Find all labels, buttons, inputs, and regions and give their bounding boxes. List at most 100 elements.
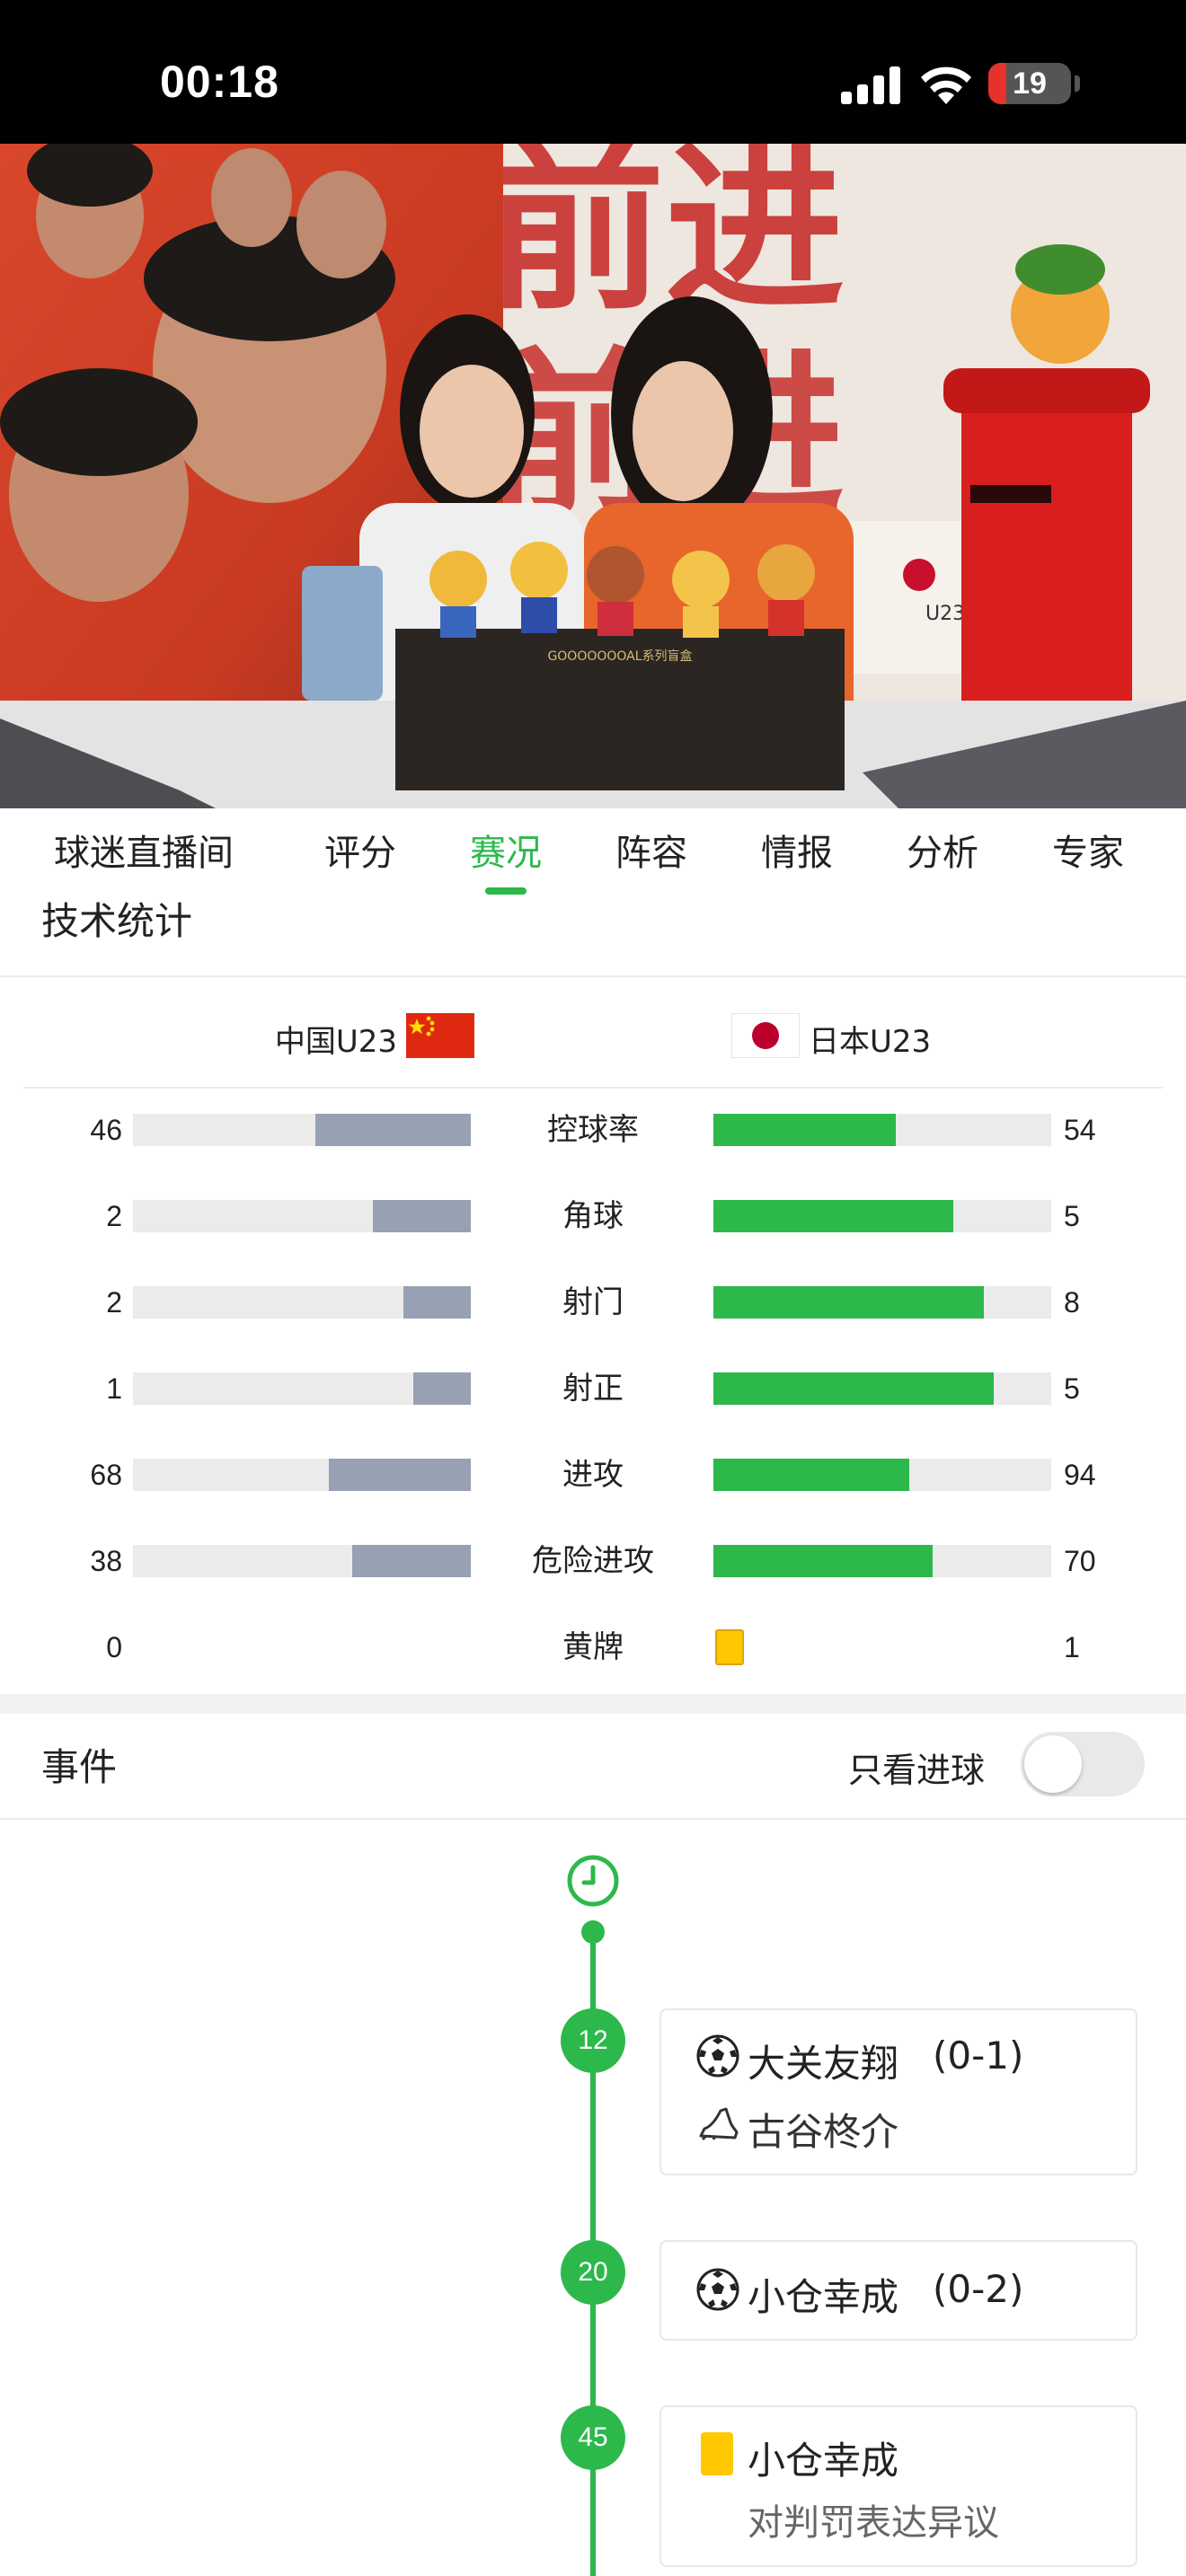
tab-analysis[interactable]: 分析 bbox=[893, 808, 992, 898]
tab-match-status[interactable]: 赛况 bbox=[456, 808, 555, 898]
poster-u23-label: U23 bbox=[925, 603, 965, 625]
away-stat-value: 94 bbox=[1064, 1459, 1096, 1491]
divider bbox=[0, 1818, 1186, 1820]
china-flag-icon bbox=[406, 1013, 474, 1058]
stat-label: 黄牌 bbox=[562, 1629, 624, 1665]
event-minute-badge: 12 bbox=[561, 2008, 625, 2073]
tab-ratings[interactable]: 评分 bbox=[311, 808, 410, 898]
assist-shoe-icon bbox=[699, 2107, 739, 2141]
away-stat-bar-fill bbox=[713, 1372, 995, 1405]
home-stat-bar bbox=[133, 1372, 471, 1405]
stat-label: 危险进攻 bbox=[532, 1543, 654, 1579]
home-stat-bar bbox=[133, 1114, 471, 1146]
away-stat-value: 54 bbox=[1064, 1114, 1096, 1146]
home-stat-bar bbox=[133, 1200, 471, 1232]
divider bbox=[23, 1087, 1163, 1089]
tab-lineup[interactable]: 阵容 bbox=[602, 808, 701, 898]
battery-icon: 19 bbox=[988, 63, 1071, 104]
home-stat-bar bbox=[133, 1459, 471, 1491]
event-minute-badge: 20 bbox=[561, 2240, 625, 2305]
only-goals-label: 只看进球 bbox=[848, 1751, 986, 1790]
blind-box-label: GOOOOOOOAL系列盲盒 bbox=[547, 648, 692, 664]
home-stat-bar bbox=[133, 1545, 471, 1577]
away-stat-bar-fill bbox=[713, 1545, 934, 1577]
home-stat-value: 38 bbox=[90, 1545, 122, 1577]
stat-label: 射门 bbox=[562, 1284, 624, 1320]
home-stat-bar-fill bbox=[403, 1286, 471, 1319]
home-stat-bar-fill bbox=[413, 1372, 471, 1405]
home-team-name: 中国U23 bbox=[274, 1024, 397, 1060]
away-stat-value: 5 bbox=[1064, 1372, 1080, 1405]
home-stat-bar-fill bbox=[315, 1114, 471, 1146]
stat-row: 2 射门 8 bbox=[0, 1275, 1186, 1329]
match-tabs: 球迷直播间 评分 赛况 阵容 情报 分析 专家 bbox=[0, 808, 1186, 898]
home-stat-value: 2 bbox=[106, 1200, 122, 1232]
event-player-name: 大关友翔 bbox=[748, 2042, 899, 2086]
stat-row: 0 黄牌 1 bbox=[0, 1620, 1186, 1674]
away-team-name: 日本U23 bbox=[809, 1024, 932, 1060]
soccer-ball-icon bbox=[696, 2268, 739, 2311]
clock-icon bbox=[567, 1855, 619, 1907]
tab-fan-live[interactable]: 球迷直播间 bbox=[38, 808, 250, 898]
home-stat-bar-fill bbox=[352, 1545, 471, 1577]
away-stat-value: 1 bbox=[1064, 1631, 1080, 1663]
only-goals-toggle[interactable] bbox=[1021, 1732, 1145, 1796]
divider bbox=[0, 975, 1186, 977]
japan-flag-icon bbox=[731, 1013, 800, 1058]
event-player-name: 小仓幸成 bbox=[748, 2275, 899, 2319]
home-stat-bar-fill bbox=[329, 1459, 471, 1491]
live-video-player[interactable]: 前进 前进 U23 GOOOOOOOAL系列盲盒 bbox=[0, 144, 1186, 808]
home-stat-value: 46 bbox=[90, 1114, 122, 1146]
soccer-ball-icon bbox=[696, 2034, 739, 2078]
stat-row: 2 角球 5 bbox=[0, 1189, 1186, 1243]
status-bar: 00:18 19 bbox=[0, 0, 1186, 144]
home-stat-value: 68 bbox=[90, 1459, 122, 1491]
goal-event-card[interactable]: 小仓幸成 (0-2) bbox=[659, 2240, 1137, 2341]
away-stat-bar bbox=[713, 1459, 1051, 1491]
stat-row: 68 进攻 94 bbox=[0, 1448, 1186, 1502]
tab-experts[interactable]: 专家 bbox=[1039, 808, 1137, 898]
stat-row: 38 危险进攻 70 bbox=[0, 1534, 1186, 1588]
status-time: 00:18 bbox=[160, 57, 279, 107]
event-reason: 对判罚表达异议 bbox=[748, 2502, 999, 2544]
away-stat-bar-fill bbox=[713, 1459, 910, 1491]
stat-label: 角球 bbox=[562, 1198, 624, 1234]
live-video-frame: 前进 前进 U23 GOOOOOOOAL系列盲盒 bbox=[0, 144, 1186, 808]
timeline-start-dot bbox=[581, 1920, 605, 1944]
toggle-knob bbox=[1024, 1735, 1082, 1793]
events-section-title: 事件 bbox=[41, 1745, 118, 1789]
cellular-signal-icon bbox=[841, 65, 902, 104]
event-assist-name: 古谷柊介 bbox=[748, 2110, 899, 2154]
section-separator bbox=[0, 1694, 1186, 1714]
home-stat-value: 0 bbox=[106, 1631, 122, 1663]
home-stat-bar-fill bbox=[372, 1200, 471, 1232]
event-minute-badge: 45 bbox=[561, 2405, 625, 2470]
tab-intel[interactable]: 情报 bbox=[748, 808, 846, 898]
stat-label: 射正 bbox=[562, 1371, 624, 1407]
away-stat-bar-fill bbox=[713, 1286, 984, 1319]
away-stat-bar bbox=[713, 1286, 1051, 1319]
away-stat-bar bbox=[713, 1372, 1051, 1405]
stat-row: 46 控球率 54 bbox=[0, 1103, 1186, 1157]
event-player-name: 小仓幸成 bbox=[748, 2439, 899, 2483]
home-stat-bar bbox=[133, 1286, 471, 1319]
away-stat-value: 70 bbox=[1064, 1545, 1096, 1577]
away-stat-bar bbox=[713, 1200, 1051, 1232]
stat-label: 控球率 bbox=[547, 1112, 639, 1148]
yellow-card-icon bbox=[701, 2432, 733, 2475]
home-stat-value: 1 bbox=[106, 1372, 122, 1405]
yellow-card-event-card[interactable]: 小仓幸成 对判罚表达异议 bbox=[659, 2405, 1137, 2567]
stat-label: 进攻 bbox=[562, 1457, 624, 1493]
event-score: (0-2) bbox=[933, 2267, 1024, 2311]
away-stat-bar bbox=[713, 1114, 1051, 1146]
event-score: (0-1) bbox=[933, 2033, 1024, 2078]
battery-cap bbox=[1075, 75, 1080, 92]
goal-event-card[interactable]: 大关友翔 (0-1) 古谷柊介 bbox=[659, 2008, 1137, 2175]
away-stat-bar-fill bbox=[713, 1200, 953, 1232]
away-stat-bar-fill bbox=[713, 1114, 897, 1146]
stat-row: 1 射正 5 bbox=[0, 1362, 1186, 1416]
away-stat-value: 5 bbox=[1064, 1200, 1080, 1232]
wifi-icon bbox=[921, 66, 971, 104]
yellow-card-icon bbox=[715, 1629, 744, 1665]
battery-level: 19 bbox=[1013, 66, 1047, 101]
